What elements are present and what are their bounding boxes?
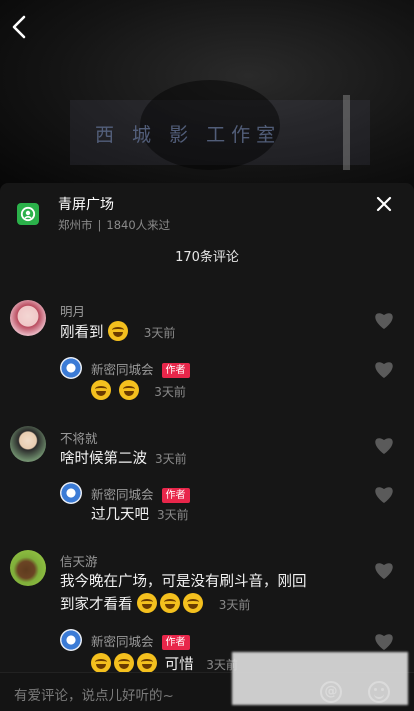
place-name: 青屏广场 bbox=[58, 197, 114, 213]
author-badge: 作者 bbox=[161, 363, 190, 378]
avatar[interactable] bbox=[60, 482, 82, 504]
comment-username[interactable]: 不将就 bbox=[60, 428, 98, 447]
reply-username-text: 新密同城会 bbox=[91, 362, 154, 377]
video-background[interactable]: 西 城 影 工作室 bbox=[0, 0, 414, 190]
laughing-emoji-icon bbox=[114, 653, 134, 673]
heart-icon[interactable] bbox=[373, 484, 395, 504]
reply-text[interactable]: 过几天吧 3天前 bbox=[91, 504, 189, 526]
reply-time: 3天前 bbox=[154, 385, 186, 399]
comment-text[interactable]: 啥时候第二波 3天前 bbox=[60, 448, 187, 470]
comment-text-content: 啥时候第二波 bbox=[60, 451, 147, 467]
reply-username[interactable]: 新密同城会 作者 bbox=[91, 359, 190, 378]
author-badge: 作者 bbox=[161, 635, 190, 650]
laughing-emoji-icon bbox=[137, 653, 157, 673]
chevron-left-icon[interactable] bbox=[8, 14, 32, 40]
laughing-emoji-icon bbox=[160, 593, 181, 613]
location-pin-icon bbox=[17, 203, 39, 225]
laughing-emoji-icon bbox=[108, 321, 129, 341]
reply-username-text: 新密同城会 bbox=[91, 487, 154, 502]
reply-username[interactable]: 新密同城会 作者 bbox=[91, 484, 190, 503]
comment-text-content: 刚看到 bbox=[60, 325, 104, 341]
laughing-emoji-icon bbox=[91, 653, 111, 673]
comment-input[interactable]: 有爱评论，说点儿好听的~ bbox=[14, 684, 174, 704]
redaction-overlay bbox=[232, 652, 408, 705]
avatar[interactable] bbox=[10, 550, 46, 586]
comment-text[interactable]: 我今晚在广场，可是没有刷斗音，刚回 到家才看看 3天前 bbox=[60, 571, 307, 616]
laughing-emoji-icon bbox=[137, 593, 158, 613]
place-meta: 郑州市 | 1840人来过 bbox=[58, 217, 170, 233]
reply-text-content: 过几天吧 bbox=[91, 507, 149, 523]
avatar[interactable] bbox=[60, 629, 82, 651]
heart-icon[interactable] bbox=[373, 631, 395, 651]
laughing-emoji-icon bbox=[118, 380, 139, 400]
close-icon[interactable] bbox=[376, 196, 392, 212]
comment-time: 3天前 bbox=[155, 452, 187, 466]
heart-icon[interactable] bbox=[373, 359, 395, 379]
meta-separator: | bbox=[97, 218, 102, 232]
place-header[interactable]: 青屏广场 郑州市 | 1840人来过 bbox=[0, 183, 414, 243]
comment-text-line: 到家才看看 3天前 bbox=[60, 593, 307, 616]
heart-icon[interactable] bbox=[373, 560, 395, 580]
reply-text[interactable]: 3天前 bbox=[91, 380, 186, 403]
comment-text-content: 到家才看看 bbox=[60, 597, 133, 613]
storefront-sign: 西 城 影 工作室 bbox=[95, 124, 282, 146]
place-visitors: 1840人来过 bbox=[106, 218, 171, 232]
comment-time: 3天前 bbox=[218, 598, 251, 612]
comment-text-line: 我今晚在广场，可是没有刷斗音，刚回 bbox=[60, 574, 307, 590]
avatar[interactable] bbox=[10, 426, 46, 462]
comments-count: 170条评论 bbox=[175, 250, 239, 265]
comment-text[interactable]: 刚看到 3天前 bbox=[60, 321, 175, 344]
place-city: 郑州市 bbox=[58, 218, 93, 232]
laughing-emoji-icon bbox=[91, 380, 111, 400]
comments-panel: 青屏广场 郑州市 | 1840人来过 170条评论 明月 刚看到 3天前 新密同城会… bbox=[0, 183, 414, 711]
comment-username[interactable]: 明月 bbox=[60, 301, 85, 320]
avatar[interactable] bbox=[10, 300, 46, 336]
comment-time: 3天前 bbox=[143, 326, 176, 340]
reply-text-content: 可惜 bbox=[164, 657, 194, 673]
heart-icon[interactable] bbox=[373, 435, 395, 455]
light-pillar bbox=[343, 95, 350, 170]
heart-icon[interactable] bbox=[373, 310, 395, 330]
author-badge: 作者 bbox=[161, 488, 190, 503]
reply-username[interactable]: 新密同城会 作者 bbox=[91, 631, 190, 650]
reply-time: 3天前 bbox=[157, 508, 189, 522]
comment-username[interactable]: 信天游 bbox=[60, 551, 98, 570]
avatar[interactable] bbox=[60, 357, 82, 379]
reply-username-text: 新密同城会 bbox=[91, 634, 154, 649]
laughing-emoji-icon bbox=[183, 593, 204, 613]
